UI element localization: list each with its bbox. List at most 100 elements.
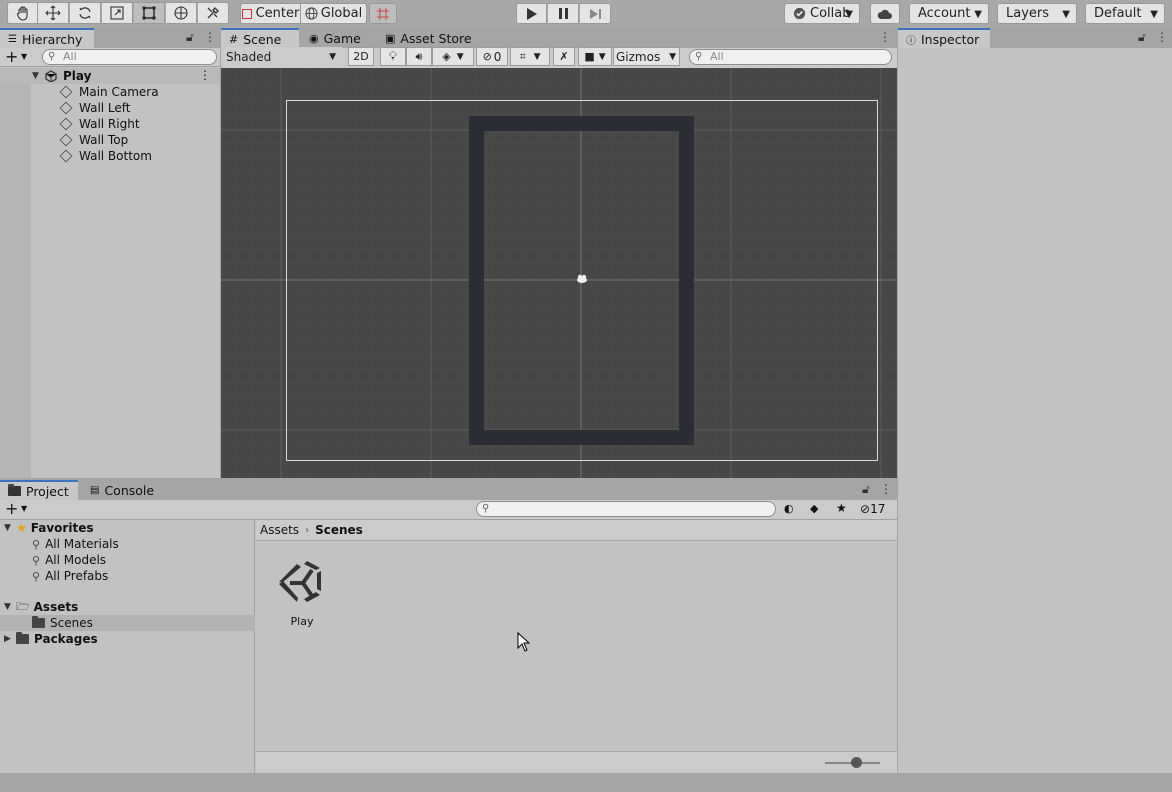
- favorite-item-all-materials[interactable]: ⚲ All Materials: [32, 536, 119, 552]
- filter-type-icon[interactable]: ◐: [784, 502, 794, 515]
- scene-viewport[interactable]: [221, 68, 897, 478]
- gizmos-dropdown[interactable]: Gizmos ▼: [613, 47, 680, 66]
- collab-dropdown[interactable]: Collab ▼: [784, 3, 860, 24]
- tab-project[interactable]: Project: [0, 480, 78, 500]
- pivot-global-button[interactable]: Global: [301, 3, 367, 24]
- scenes-folder-row[interactable]: Scenes: [0, 615, 255, 631]
- tools-toggle[interactable]: ✗: [553, 47, 575, 66]
- chevron-down-icon: ▼: [669, 51, 676, 62]
- effects-dropdown[interactable]: ◈ ▼: [432, 47, 474, 66]
- camera-dropdown[interactable]: ■ ▼: [578, 47, 612, 66]
- expand-triangle-icon[interactable]: ▼: [32, 71, 44, 81]
- custom-tool-button[interactable]: [198, 2, 229, 24]
- project-tabbar: Project ▤ Console 🔓︎ ⋮: [0, 480, 897, 500]
- add-icon[interactable]: +: [5, 47, 18, 66]
- lighting-toggle[interactable]: 💡︎: [380, 47, 406, 66]
- tab-game[interactable]: ◉ Game: [301, 28, 369, 48]
- hierarchy-search-input[interactable]: ⚲ All: [42, 49, 217, 65]
- account-dropdown[interactable]: Account ▼: [909, 3, 989, 24]
- chevron-down-icon[interactable]: ▼: [21, 52, 27, 61]
- pivot-icon: [241, 8, 252, 19]
- unity-scene-icon: [279, 561, 321, 602]
- tab-console-label: Console: [104, 482, 155, 498]
- project-search-input[interactable]: ⚲: [476, 501, 776, 517]
- scale-tool-button[interactable]: [102, 2, 133, 24]
- kebab-menu-icon[interactable]: ⋮: [199, 68, 211, 82]
- shading-mode-dropdown[interactable]: Shaded ▼: [222, 47, 342, 66]
- breadcrumb-item[interactable]: Scenes: [315, 523, 363, 537]
- favorite-item-all-prefabs[interactable]: ⚲ All Prefabs: [32, 568, 108, 584]
- rotate-tool-button[interactable]: [70, 2, 101, 24]
- hierarchy-tabbar: ☰ Hierarchy 🔓︎ ⋮: [0, 28, 220, 48]
- kebab-menu-icon[interactable]: ⋮: [879, 30, 891, 44]
- tab-game-label: Game: [323, 30, 361, 46]
- move-tool-button[interactable]: [38, 2, 69, 24]
- scene-row[interactable]: ▼ Play ⋮: [0, 68, 220, 84]
- lock-icon[interactable]: 🔓︎: [1138, 30, 1146, 45]
- pivot-center-button[interactable]: Center: [240, 3, 301, 24]
- expand-triangle-icon[interactable]: ▼: [4, 523, 16, 533]
- pause-button[interactable]: [548, 3, 579, 24]
- folder-icon: [8, 484, 21, 496]
- asset-item-play[interactable]: Play: [270, 555, 334, 631]
- kebab-menu-icon[interactable]: ⋮: [204, 30, 216, 44]
- rect-tool-button[interactable]: [134, 2, 165, 24]
- add-icon[interactable]: +: [5, 499, 18, 518]
- 2d-mode-toggle[interactable]: 2D: [348, 47, 374, 66]
- grid-icon: #: [229, 32, 239, 46]
- hierarchy-item-wall-left[interactable]: Wall Left: [0, 100, 220, 116]
- hierarchy-item-wall-top[interactable]: Wall Top: [0, 132, 220, 148]
- chevron-down-icon[interactable]: ▼: [21, 504, 27, 513]
- scene-search-input[interactable]: ⚲ All: [689, 49, 892, 65]
- hierarchy-toolbar: + ▼ ⚲ All: [0, 47, 220, 67]
- tab-asset-store[interactable]: ▣ Asset Store: [377, 28, 480, 48]
- favorite-star-icon[interactable]: ★: [836, 501, 847, 515]
- kebab-menu-icon[interactable]: ⋮: [880, 482, 892, 496]
- cloud-button[interactable]: [870, 3, 900, 24]
- layout-dropdown[interactable]: Default ▼: [1085, 3, 1165, 24]
- play-button[interactable]: [516, 3, 547, 24]
- move-icon: [45, 5, 61, 21]
- packages-row[interactable]: ▶ Packages: [4, 631, 98, 647]
- assets-row[interactable]: ▼ 🗁︎ Assets: [4, 599, 78, 615]
- project-toolbar: + ▼ ⚲ ◐ ◆ ★ ⊘17: [0, 499, 897, 520]
- tab-hierarchy[interactable]: ☰ Hierarchy: [0, 28, 94, 48]
- expand-triangle-icon[interactable]: ▶: [4, 634, 16, 644]
- favorites-row[interactable]: ▼ ★ Favorites: [4, 520, 93, 536]
- lock-icon[interactable]: 🔓︎: [186, 30, 194, 45]
- audio-toggle[interactable]: 🔊︎: [406, 47, 432, 66]
- chevron-down-icon: ▼: [974, 9, 982, 20]
- expand-triangle-icon[interactable]: ▼: [4, 602, 16, 612]
- tab-inspector[interactable]: ⓘ Inspector: [898, 28, 990, 48]
- grid-snap-button[interactable]: [369, 3, 397, 24]
- collab-check-icon: [793, 7, 806, 20]
- favorite-item-label: All Models: [45, 553, 107, 567]
- cloud-icon: [877, 9, 892, 19]
- favorite-item-all-models[interactable]: ⚲ All Models: [32, 552, 106, 568]
- pivot-global-label: Global: [320, 6, 363, 21]
- layers-label: Layers: [1006, 6, 1050, 21]
- lock-icon[interactable]: 🔓︎: [862, 482, 870, 497]
- gameobject-icon: [59, 133, 73, 147]
- breadcrumb-item[interactable]: Assets: [260, 523, 299, 537]
- grid-dropdown[interactable]: ⌗ ▼: [510, 47, 550, 66]
- hierarchy-item-main-camera[interactable]: Main Camera: [0, 84, 220, 100]
- hierarchy-item-wall-bottom[interactable]: Wall Bottom: [0, 148, 220, 164]
- tab-console[interactable]: ▤ Console: [82, 480, 162, 500]
- step-button[interactable]: [580, 3, 611, 24]
- favorite-item-label: All Materials: [45, 537, 119, 551]
- gameobject-icon: [59, 85, 73, 99]
- assets-label: Assets: [33, 600, 79, 614]
- hand-tool-button[interactable]: [7, 2, 38, 24]
- label-tag-icon[interactable]: ◆: [810, 502, 818, 515]
- kebab-menu-icon[interactable]: ⋮: [1156, 30, 1168, 44]
- transform-tool-button[interactable]: [166, 2, 197, 24]
- icon-size-slider-handle[interactable]: [851, 757, 862, 768]
- layers-dropdown[interactable]: Layers ▼: [997, 3, 1077, 24]
- account-label: Account: [918, 6, 971, 21]
- tab-scene[interactable]: # Scene: [221, 28, 299, 48]
- scene-canvas: [221, 68, 897, 478]
- hierarchy-item-wall-right[interactable]: Wall Right: [0, 116, 220, 132]
- hidden-packages-toggle[interactable]: ⊘17: [860, 502, 885, 516]
- hidden-objects-toggle[interactable]: ⊘ 0: [476, 47, 508, 66]
